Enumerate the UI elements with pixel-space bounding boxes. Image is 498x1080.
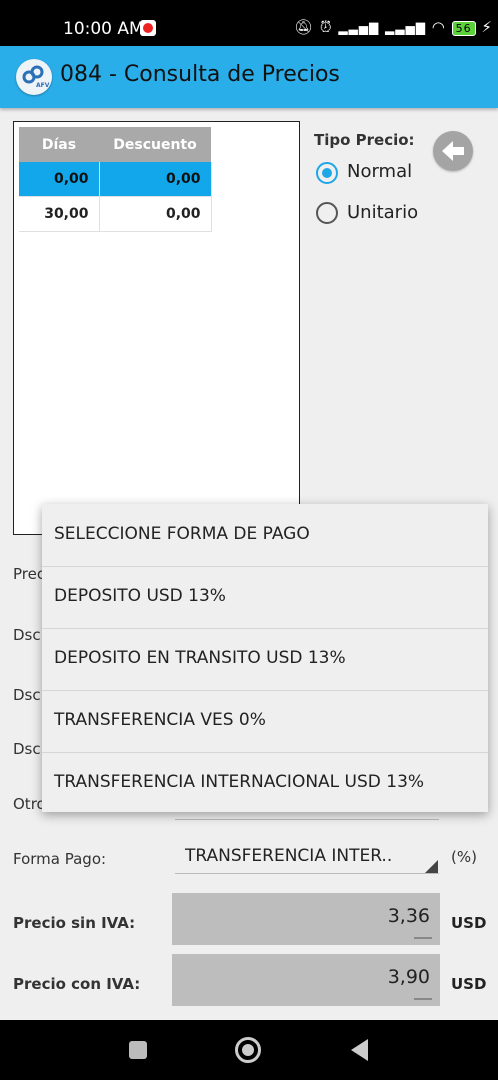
dsc3-label: Dsc	[13, 740, 41, 758]
cell-dias: 0,00	[19, 162, 100, 197]
signal-icon: ▂▃▅▇	[338, 21, 380, 35]
precio-con-iva-unit: USD	[451, 975, 487, 993]
precio-sin-iva-field: 3,36	[172, 893, 440, 945]
dropdown-option-seleccione[interactable]: SELECCIONE FORMA DE PAGO	[42, 504, 488, 567]
discount-table-panel: Días Descuento 0,00 0,00 30,00 0,00	[13, 121, 300, 535]
dropdown-option-transferencia-internacional[interactable]: TRANSFERENCIA INTERNACIONAL USD 13%	[42, 752, 488, 814]
back-nav-button[interactable]	[351, 1039, 368, 1061]
dropdown-option-deposito-usd[interactable]: DEPOSITO USD 13%	[42, 566, 488, 629]
app-notification-icon	[140, 20, 156, 36]
battery-icon: 56	[451, 21, 476, 36]
status-icons: 🔕︎ ⏰︎ ▂▃▅▇ ▂▃▅▇ ◠ 56 ⚡︎	[294, 18, 493, 36]
tipo-precio-label: Tipo Precio:	[314, 131, 415, 149]
precio-sin-iva-value: 3,36	[387, 905, 430, 927]
dropdown-option-deposito-transito[interactable]: DEPOSITO EN TRANSITO USD 13%	[42, 628, 488, 691]
otro-input-line[interactable]	[175, 819, 439, 820]
recents-button[interactable]	[129, 1041, 147, 1059]
dropdown-option-label: DEPOSITO USD 13%	[54, 586, 226, 606]
dropdown-option-label: DEPOSITO EN TRANSITO USD 13%	[54, 648, 346, 668]
otro-label: Otro	[13, 795, 46, 813]
table-row[interactable]: 30,00 0,00	[19, 196, 212, 232]
mute-icon: 🔕︎	[294, 18, 315, 36]
navigation-bar	[0, 1020, 498, 1080]
forma-pago-select[interactable]: TRANSFERENCIA INTER..	[185, 846, 392, 866]
dropdown-option-transferencia-ves[interactable]: TRANSFERENCIA VES 0%	[42, 690, 488, 753]
charging-icon: ⚡︎	[481, 18, 493, 36]
radio-normal[interactable]: Normal	[314, 160, 424, 186]
dropdown-option-label: SELECCIONE FORMA DE PAGO	[54, 524, 310, 544]
column-header-descuento[interactable]: Descuento	[99, 127, 211, 162]
precio-sin-iva-label: Precio sin IVA:	[13, 914, 136, 932]
arrow-left-icon	[442, 141, 464, 161]
cell-dias: 30,00	[19, 196, 100, 232]
app-logo-icon: AFV	[16, 59, 52, 95]
signal-icon-2: ▂▃▅▇	[385, 21, 426, 35]
table-row[interactable]: 0,00 0,00	[19, 162, 212, 197]
field-underline-mark	[414, 929, 432, 939]
back-button[interactable]	[433, 131, 473, 171]
cell-descuento: 0,00	[99, 162, 212, 197]
precio-con-iva-label: Precio con IVA:	[13, 975, 141, 993]
wifi-icon: ◠	[431, 18, 446, 36]
logo-text: AFV	[36, 82, 50, 89]
discount-table: Días Descuento 0,00 0,00 30,00 0,00	[19, 127, 212, 232]
page-title: 084 - Consulta de Precios	[60, 62, 340, 87]
dsc1-label: Dsc	[13, 626, 41, 644]
forma-pago-label: Forma Pago:	[13, 850, 107, 868]
home-button[interactable]	[235, 1037, 261, 1063]
column-header-dias[interactable]: Días	[19, 127, 99, 162]
forma-pago-unit: (%)	[451, 848, 477, 866]
dropdown-option-label: TRANSFERENCIA VES 0%	[54, 710, 266, 730]
precio-sin-iva-unit: USD	[451, 914, 487, 932]
radio-normal-indicator[interactable]	[316, 162, 338, 184]
cell-descuento: 0,00	[99, 196, 212, 232]
dropdown-arrow-icon[interactable]	[425, 860, 438, 873]
forma-pago-underline	[175, 873, 439, 874]
radio-unitario-label: Unitario	[347, 202, 419, 223]
app-bar: AFV 084 - Consulta de Precios	[0, 46, 498, 108]
alarm-icon: ⏰︎	[319, 18, 333, 36]
precio-con-iva-value: 3,90	[387, 966, 430, 988]
dsc2-label: Dsc	[13, 686, 41, 704]
status-time: 10:00 AM	[63, 19, 144, 39]
radio-unitario-indicator[interactable]	[316, 202, 338, 224]
radio-unitario[interactable]: Unitario	[314, 200, 424, 226]
dropdown-option-label: TRANSFERENCIA INTERNACIONAL USD 13%	[54, 772, 425, 792]
field-underline-mark	[414, 990, 432, 1000]
forma-pago-dropdown: SELECCIONE FORMA DE PAGO DEPOSITO USD 13…	[42, 504, 488, 812]
radio-normal-label: Normal	[347, 161, 413, 182]
precio-con-iva-field: 3,90	[172, 954, 440, 1006]
